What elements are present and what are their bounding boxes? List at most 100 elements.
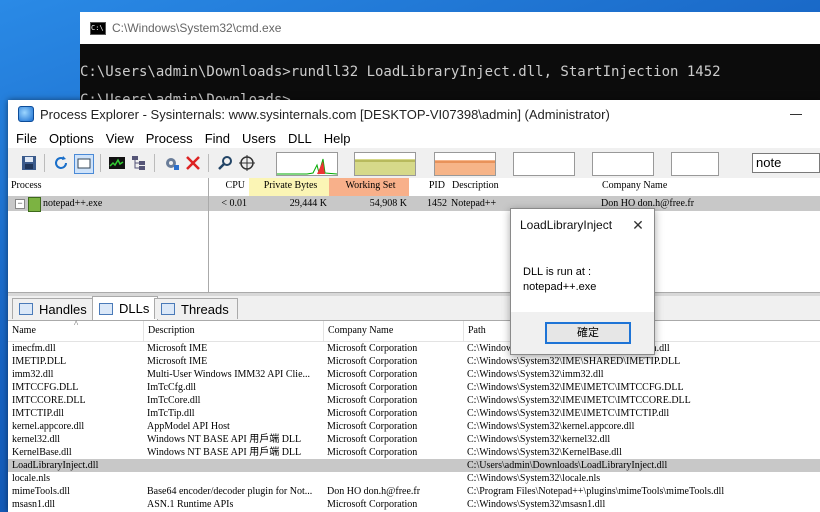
dll-cell-desc: Microsoft IME bbox=[147, 343, 208, 354]
dll-cell-company: Microsoft Corporation bbox=[327, 408, 418, 419]
properties-gear-icon[interactable] bbox=[162, 154, 180, 172]
collapse-icon[interactable]: − bbox=[15, 199, 25, 209]
menu-find[interactable]: Find bbox=[199, 131, 236, 146]
process-list[interactable]: − notepad++.exe < 0.01 29,444 K 54,908 K… bbox=[8, 178, 820, 292]
dll-cell-name: IMETIP.DLL bbox=[12, 356, 67, 367]
table-row[interactable]: LoadLibraryInject.dll C:\Users\admin\Down… bbox=[8, 459, 820, 472]
table-row[interactable]: mimeTools.dll Base64 encoder/decoder plug… bbox=[8, 485, 820, 498]
process-row[interactable]: − notepad++.exe < 0.01 29,444 K 54,908 K… bbox=[8, 196, 820, 212]
dll-cell-path: C:\Users\admin\Downloads\LoadLibraryInje… bbox=[467, 460, 668, 471]
col-cpu[interactable]: CPU bbox=[209, 178, 249, 196]
threads-icon bbox=[161, 303, 175, 315]
ok-button[interactable]: 確定 bbox=[545, 322, 631, 344]
process-name: notepad++.exe bbox=[43, 198, 103, 209]
table-row[interactable]: kernel.appcore.dll AppModel API Host Micro… bbox=[8, 420, 820, 433]
table-row[interactable]: imm32.dll Multi-User Windows IMM32 API Cl… bbox=[8, 368, 820, 381]
process-working-set: 54,908 K bbox=[369, 198, 407, 209]
dll-cell-desc: Microsoft IME bbox=[147, 356, 208, 367]
dll-cell-path: C:\Windows\System32\IME\SHARED\IMETIP.DL… bbox=[467, 356, 681, 367]
col-private-bytes[interactable]: Private Bytes bbox=[249, 178, 329, 196]
find-window-crosshair-icon[interactable] bbox=[238, 154, 256, 172]
col-process[interactable]: Process bbox=[8, 178, 208, 196]
menubar: File Options View Process Find Users DLL… bbox=[8, 128, 820, 148]
menu-help[interactable]: Help bbox=[318, 131, 357, 146]
dll-cell-path: C:\Windows\System32\kernel.appcore.dll bbox=[467, 421, 635, 432]
process-list-header: Process CPU Private Bytes Working Set PI… bbox=[8, 178, 820, 197]
cpu-usage-graph[interactable] bbox=[276, 152, 338, 176]
dll-cell-company: Microsoft Corporation bbox=[327, 369, 418, 380]
col-pid[interactable]: PID bbox=[409, 178, 449, 196]
process-pid: 1452 bbox=[427, 198, 447, 209]
table-row[interactable]: IMTCTIP.dll ImTcTip.dll Microsoft Corporat… bbox=[8, 407, 820, 420]
dll-cell-desc: ImTcTip.dll bbox=[147, 408, 195, 419]
loadlibraryinject-dialog[interactable]: LoadLibraryInject ✕ DLL is run at : note… bbox=[510, 208, 655, 355]
disk-graph[interactable] bbox=[671, 152, 719, 176]
col-dll-company[interactable]: Company Name bbox=[324, 321, 464, 341]
col-dll-name-label: Name bbox=[12, 325, 36, 336]
col-working-set[interactable]: Working Set bbox=[329, 178, 409, 196]
dialog-titlebar[interactable]: LoadLibraryInject ✕ bbox=[511, 209, 654, 241]
process-private-bytes: 29,444 K bbox=[289, 198, 327, 209]
save-icon[interactable] bbox=[20, 154, 38, 172]
process-tree-icon[interactable] bbox=[130, 154, 148, 172]
refresh-icon[interactable] bbox=[52, 154, 70, 172]
col-description[interactable]: Description bbox=[449, 178, 599, 196]
physical-memory-graph[interactable] bbox=[434, 152, 496, 176]
dll-cell-name: imecfm.dll bbox=[12, 343, 56, 354]
system-info-icon[interactable] bbox=[74, 154, 94, 174]
menu-dll[interactable]: DLL bbox=[282, 131, 318, 146]
close-icon[interactable]: ✕ bbox=[628, 215, 648, 235]
col-company-name[interactable]: Company Name bbox=[599, 178, 820, 196]
col-dll-name[interactable]: Name ^ bbox=[8, 319, 144, 341]
pe-titlebar[interactable]: Process Explorer - Sysinternals: www.sys… bbox=[8, 100, 820, 128]
menu-process[interactable]: Process bbox=[140, 131, 199, 146]
tab-dlls[interactable]: DLLs bbox=[92, 296, 159, 320]
cmd-titlebar[interactable]: C:\ C:\Windows\System32\cmd.exe bbox=[80, 12, 820, 44]
table-row[interactable]: IMTCCORE.DLL ImTcCore.dll Microsoft Corpor… bbox=[8, 394, 820, 407]
dll-cell-company: Microsoft Corporation bbox=[327, 434, 418, 445]
io-graph[interactable] bbox=[513, 152, 575, 176]
menu-users[interactable]: Users bbox=[236, 131, 282, 146]
table-row[interactable]: IMTCCFG.DLL ImTcCfg.dll Microsoft Corporat… bbox=[8, 381, 820, 394]
toolbar-separator bbox=[208, 154, 209, 172]
dll-cell-name: LoadLibraryInject.dll bbox=[12, 460, 99, 471]
tab-threads-label: Threads bbox=[181, 301, 229, 317]
table-row[interactable]: IMETIP.DLL Microsoft IME Microsoft Corpora… bbox=[8, 355, 820, 368]
menu-options[interactable]: Options bbox=[43, 131, 100, 146]
network-graph[interactable] bbox=[592, 152, 654, 176]
table-row[interactable]: locale.nls C:\Windows\System32\locale.nls bbox=[8, 472, 820, 485]
dll-cell-name: IMTCCFG.DLL bbox=[12, 382, 79, 393]
tab-handles[interactable]: Handles bbox=[12, 298, 96, 319]
dll-cell-company: Microsoft Corporation bbox=[327, 395, 418, 406]
dll-cell-name: msasn1.dll bbox=[12, 499, 56, 510]
dll-cell-path: C:\Windows\System32\kernel32.dll bbox=[467, 434, 611, 445]
sort-ascending-icon: ^ bbox=[74, 319, 79, 329]
dll-cell-company: Microsoft Corporation bbox=[327, 421, 418, 432]
dll-cell-desc: ImTcCore.dll bbox=[147, 395, 201, 406]
dll-cell-name: KernelBase.dll bbox=[12, 447, 72, 458]
dialog-message: DLL is run at : notepad++.exe bbox=[523, 265, 596, 295]
dll-cell-path: C:\Windows\System32\KernelBase.dll bbox=[467, 447, 622, 458]
menu-file[interactable]: File bbox=[8, 131, 43, 146]
cmd-icon: C:\ bbox=[90, 21, 106, 35]
dll-cell-desc: Base64 encoder/decoder plugin for Not... bbox=[147, 486, 313, 497]
tab-dlls-label: DLLs bbox=[119, 301, 150, 316]
dll-list[interactable]: imecfm.dll Microsoft IME Microsoft Corpora… bbox=[8, 342, 820, 512]
commit-history-graph[interactable] bbox=[354, 152, 416, 176]
table-row[interactable]: KernelBase.dll Windows NT BASE API 用戶端 DL… bbox=[8, 446, 820, 459]
toolbar-separator bbox=[154, 154, 155, 172]
table-row[interactable]: msasn1.dll ASN.1 Runtime APIs Microsoft Co… bbox=[8, 498, 820, 511]
tab-threads[interactable]: Threads bbox=[154, 298, 238, 319]
process-explorer-window[interactable]: Process Explorer - Sysinternals: www.sys… bbox=[8, 100, 820, 512]
table-row[interactable]: imecfm.dll Microsoft IME Microsoft Corpora… bbox=[8, 342, 820, 355]
kill-process-icon[interactable] bbox=[184, 154, 202, 172]
menu-view[interactable]: View bbox=[100, 131, 140, 146]
minimize-icon[interactable] bbox=[790, 113, 802, 115]
col-dll-description[interactable]: Description bbox=[144, 321, 324, 341]
cpu-graph-icon[interactable] bbox=[108, 154, 126, 172]
table-row[interactable]: kernel32.dll Windows NT BASE API 用戶端 DLL M… bbox=[8, 433, 820, 446]
dll-cell-name: locale.nls bbox=[12, 473, 51, 484]
find-icon[interactable] bbox=[216, 154, 234, 172]
search-input[interactable]: note bbox=[752, 153, 820, 173]
process-cpu: < 0.01 bbox=[221, 198, 247, 209]
